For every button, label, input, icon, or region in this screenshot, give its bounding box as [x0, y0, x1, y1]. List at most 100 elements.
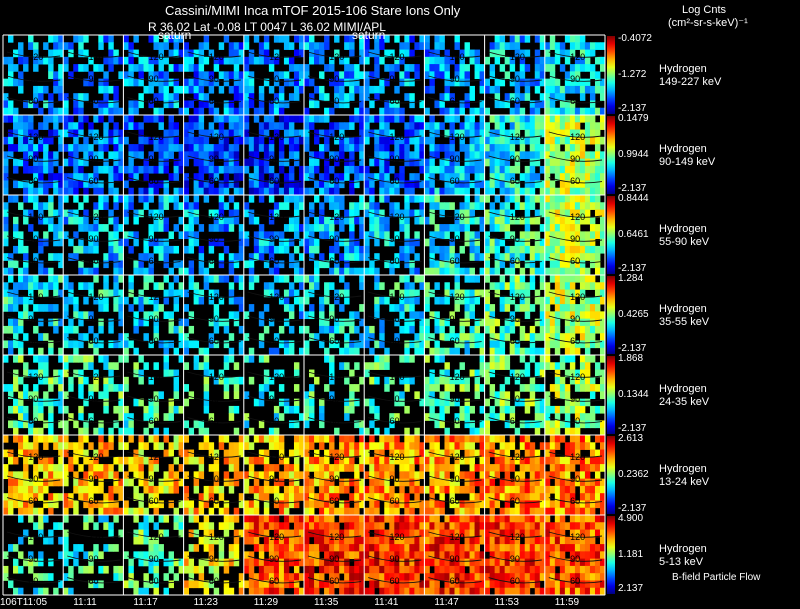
heatmap-pixel	[429, 478, 435, 487]
heatmap-pixel	[544, 93, 551, 101]
heatmap-pixel	[339, 71, 345, 80]
heatmap-pixel	[193, 107, 200, 116]
heatmap-pixel	[564, 347, 571, 356]
heatmap-pixel	[43, 42, 49, 50]
heatmap-pixel	[233, 427, 240, 436]
heatmap-pixel	[233, 507, 240, 516]
heatmap-pixel	[218, 442, 225, 450]
heatmap-pixel	[183, 333, 190, 341]
heatmap-pixel	[93, 224, 99, 232]
heatmap-pixel	[439, 122, 445, 130]
heatmap-pixel	[258, 355, 265, 363]
heatmap-pixel	[63, 64, 69, 72]
heatmap-pixel	[218, 253, 225, 261]
heatmap-pixel	[544, 311, 551, 320]
heatmap-pixel	[233, 115, 240, 123]
heatmap-pixel	[579, 173, 586, 181]
heatmap-pixel	[153, 435, 159, 443]
heatmap-pixel	[549, 318, 556, 327]
heatmap-pixel	[524, 260, 531, 269]
heatmap-pixel	[354, 347, 360, 356]
heatmap-pixel	[494, 158, 501, 167]
heatmap-pixel	[564, 195, 571, 203]
heatmap-pixel	[158, 282, 164, 290]
heatmap-pixel	[449, 325, 455, 334]
heatmap-pixel	[293, 275, 300, 283]
heatmap-pixel	[128, 478, 134, 487]
heatmap-pixel	[409, 340, 415, 349]
heatmap-pixel	[374, 362, 380, 370]
heatmap-pixel	[13, 500, 19, 509]
heatmap-pixel	[524, 122, 531, 130]
heatmap-pixel	[193, 238, 200, 247]
heatmap-pixel	[504, 282, 511, 290]
heatmap-pixel	[389, 435, 395, 443]
heatmap-pixel	[579, 180, 586, 189]
heatmap-pixel	[163, 93, 169, 101]
heatmap-pixel	[439, 187, 445, 196]
heatmap-pixel	[329, 442, 335, 450]
heatmap-pixel	[108, 362, 114, 370]
heatmap-pixel	[574, 435, 581, 443]
heatmap-pixel	[579, 478, 586, 487]
heatmap-pixel	[444, 85, 450, 94]
heatmap-pixel	[484, 253, 491, 261]
heatmap-pixel	[324, 325, 330, 334]
heatmap-pixel	[489, 267, 496, 276]
heatmap-pixel	[344, 78, 350, 87]
heatmap-pixel	[153, 187, 159, 196]
heatmap-pixel	[344, 318, 350, 327]
heatmap-pixel	[304, 115, 310, 123]
heatmap-pixel	[103, 442, 109, 450]
heatmap-pixel	[38, 493, 44, 501]
heatmap-pixel	[524, 173, 531, 181]
heatmap-pixel	[584, 267, 591, 276]
heatmap-pixel	[549, 253, 556, 261]
heatmap-pixel	[198, 296, 205, 305]
heatmap-pixel	[469, 93, 475, 101]
heatmap-pixel	[33, 464, 39, 472]
heatmap-pixel	[404, 405, 410, 414]
heatmap-pixel	[459, 318, 465, 327]
heatmap-pixel	[73, 478, 79, 487]
heatmap-pixel	[414, 173, 420, 181]
heatmap-pixel	[369, 493, 375, 501]
heatmap-pixel	[233, 173, 240, 181]
heatmap-pixel	[414, 391, 420, 400]
heatmap-pixel	[324, 347, 330, 356]
heatmap-pixel	[288, 347, 295, 356]
heatmap-pixel	[304, 391, 310, 400]
heatmap-pixel	[564, 325, 571, 334]
heatmap-pixel	[218, 318, 225, 327]
heatmap-pixel	[559, 384, 566, 392]
heatmap-pixel	[143, 115, 149, 123]
heatmap-pixel	[484, 325, 491, 334]
heatmap-pixel	[98, 85, 104, 94]
heatmap-pixel	[108, 209, 114, 218]
heatmap-pixel	[554, 304, 561, 312]
heatmap-pixel	[589, 115, 596, 123]
heatmap-pixel	[324, 115, 330, 123]
heatmap-pixel	[278, 165, 285, 174]
heatmap-pixel	[258, 384, 265, 392]
heatmap-pixel	[354, 78, 360, 87]
heatmap-pixel	[283, 202, 290, 210]
heatmap-pixel	[193, 195, 200, 203]
heatmap-pixel	[223, 471, 230, 480]
heatmap-pixel	[268, 165, 275, 174]
heatmap-pixel	[283, 136, 290, 145]
heatmap-pixel	[339, 78, 345, 87]
heatmap-pixel	[324, 464, 330, 472]
heatmap-pixel	[43, 391, 49, 400]
heatmap-pixel	[153, 245, 159, 254]
heatmap-pixel	[8, 78, 14, 87]
heatmap-pixel	[364, 456, 370, 465]
heatmap-pixel	[188, 456, 195, 465]
heatmap-pixel	[429, 376, 435, 385]
heatmap-pixel	[524, 151, 531, 160]
heatmap-pixel	[459, 362, 465, 370]
heatmap-pixel	[534, 384, 541, 392]
heatmap-pixel	[579, 85, 586, 94]
heatmap-pixel	[319, 231, 325, 240]
heatmap-pixel	[564, 464, 571, 472]
